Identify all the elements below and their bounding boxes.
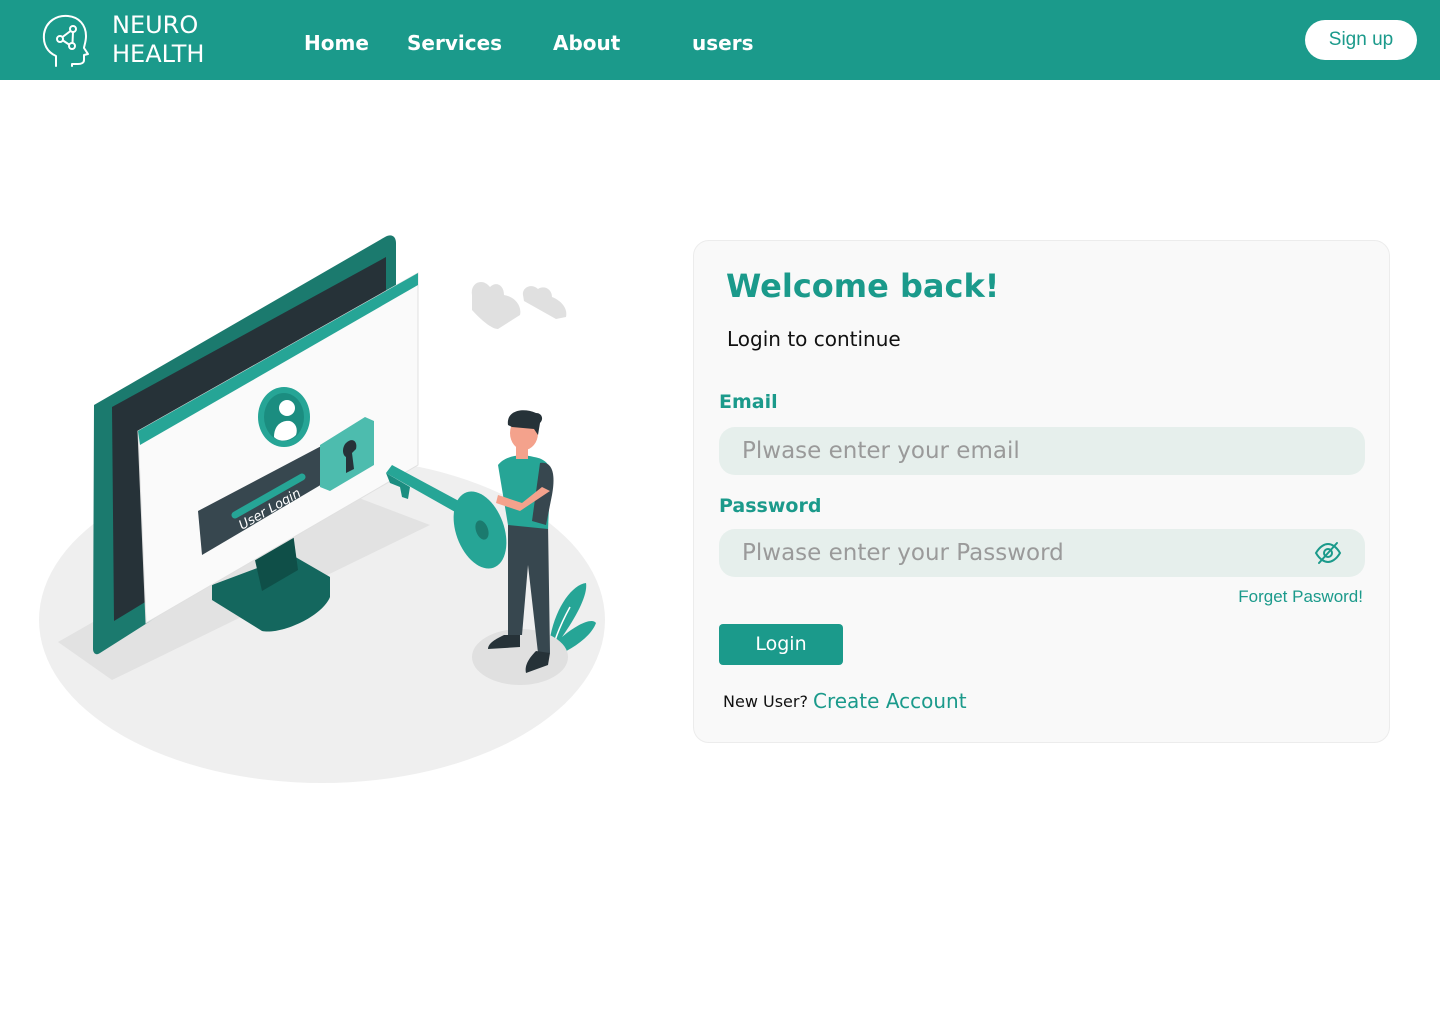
nav-about[interactable]: About <box>553 30 620 56</box>
password-label: Password <box>719 495 822 517</box>
email-label: Email <box>719 391 778 413</box>
nav-services[interactable]: Services <box>407 30 502 56</box>
cloud-shape <box>522 286 567 319</box>
brand-line-2: HEALTH <box>112 40 205 68</box>
nav-home[interactable]: Home <box>304 30 369 56</box>
signup-button[interactable]: Sign up <box>1305 20 1417 60</box>
login-button[interactable]: Login <box>719 624 843 665</box>
password-field[interactable] <box>719 529 1365 577</box>
eye-slash-icon[interactable] <box>1314 541 1342 565</box>
cloud-shape <box>471 281 521 329</box>
forgot-password-link[interactable]: Forget Pasword! <box>1238 586 1363 608</box>
brand-line-1: NEURO <box>112 11 199 39</box>
brain-network-head-icon[interactable] <box>40 12 90 68</box>
create-account-link[interactable]: Create Account <box>813 688 967 714</box>
login-card: Welcome back! Login to continue Email Pa… <box>693 240 1390 743</box>
email-field[interactable] <box>719 427 1365 475</box>
top-navbar: NEURO HEALTH Home Services About users S… <box>0 0 1440 80</box>
nav-users[interactable]: users <box>692 30 753 56</box>
brand-name[interactable]: NEURO HEALTH <box>112 11 204 69</box>
welcome-title: Welcome back! <box>726 267 1000 305</box>
new-user-text: New User? <box>723 692 808 711</box>
login-illustration: User Login <box>39 235 605 783</box>
login-subtitle: Login to continue <box>727 327 901 351</box>
